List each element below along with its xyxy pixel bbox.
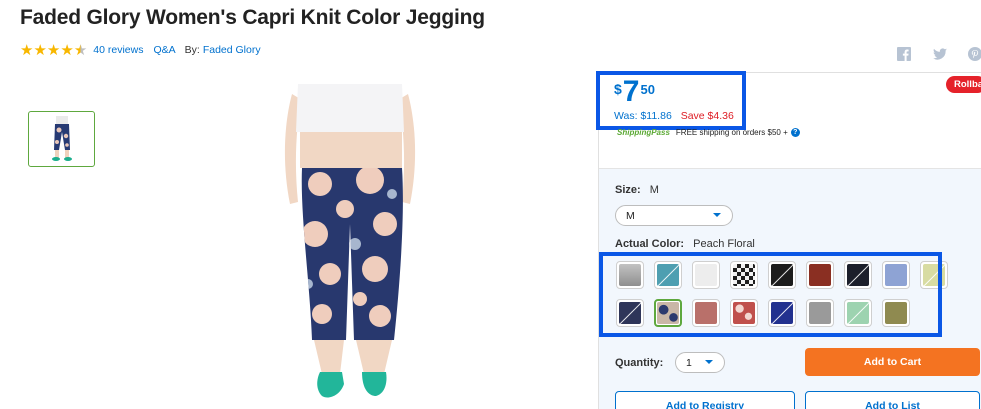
size-dropdown[interactable]: M bbox=[615, 205, 733, 226]
quantity-dropdown[interactable]: 1 bbox=[675, 352, 725, 373]
shipping-info: ShippingPass FREE shipping on orders $50… bbox=[617, 128, 800, 137]
add-to-list-button[interactable]: Add to List bbox=[805, 391, 980, 409]
color-value: Peach Floral bbox=[693, 238, 755, 250]
star-icon: ★ bbox=[60, 41, 74, 59]
size-dropdown-value: M bbox=[626, 209, 635, 222]
pinterest-icon[interactable] bbox=[966, 45, 981, 63]
star-icon: ★ bbox=[33, 41, 47, 59]
price-highlight-box bbox=[596, 71, 746, 130]
quantity-value: 1 bbox=[686, 356, 692, 369]
by-label: By: bbox=[184, 44, 200, 56]
add-to-cart-button[interactable]: Add to Cart bbox=[805, 348, 980, 376]
help-icon[interactable]: ? bbox=[790, 128, 800, 137]
rollback-badge: Rollback bbox=[946, 76, 981, 93]
star-icon: ★ bbox=[46, 41, 61, 59]
brand-link[interactable]: Faded Glory bbox=[203, 44, 261, 56]
facebook-icon[interactable] bbox=[895, 45, 913, 63]
size-row: Size: M bbox=[615, 184, 659, 196]
add-to-registry-button[interactable]: Add to Registry bbox=[615, 391, 795, 409]
qa-link[interactable]: Q&A bbox=[153, 44, 175, 56]
size-label: Size: bbox=[615, 184, 641, 196]
rating-stars[interactable]: ★ ★ ★ ★ ★ bbox=[20, 43, 87, 58]
half-star-icon: ★ bbox=[73, 41, 88, 59]
size-value: M bbox=[649, 184, 659, 196]
product-meta: ★ ★ ★ ★ ★ 40 reviews Q&A By: Faded Glory bbox=[20, 42, 261, 58]
product-title: Faded Glory Women's Capri Knit Color Jeg… bbox=[20, 6, 485, 29]
twitter-icon[interactable] bbox=[931, 45, 949, 63]
product-main-image[interactable] bbox=[270, 84, 430, 409]
chevron-down-icon bbox=[713, 213, 721, 217]
quantity-label: Quantity: bbox=[615, 357, 664, 369]
swatch-highlight-box bbox=[599, 252, 942, 337]
thumbnail-image bbox=[51, 116, 72, 161]
shipping-text: FREE shipping on orders $50 + bbox=[675, 128, 788, 137]
color-row: Actual Color: Peach Floral bbox=[615, 238, 755, 250]
product-thumbnail[interactable] bbox=[28, 111, 95, 167]
chevron-down-icon bbox=[705, 360, 713, 364]
reviews-link[interactable]: 40 reviews bbox=[93, 44, 143, 56]
color-label: Actual Color: bbox=[615, 238, 685, 250]
star-icon: ★ bbox=[20, 41, 34, 59]
shippingpass-logo[interactable]: ShippingPass bbox=[617, 128, 670, 137]
